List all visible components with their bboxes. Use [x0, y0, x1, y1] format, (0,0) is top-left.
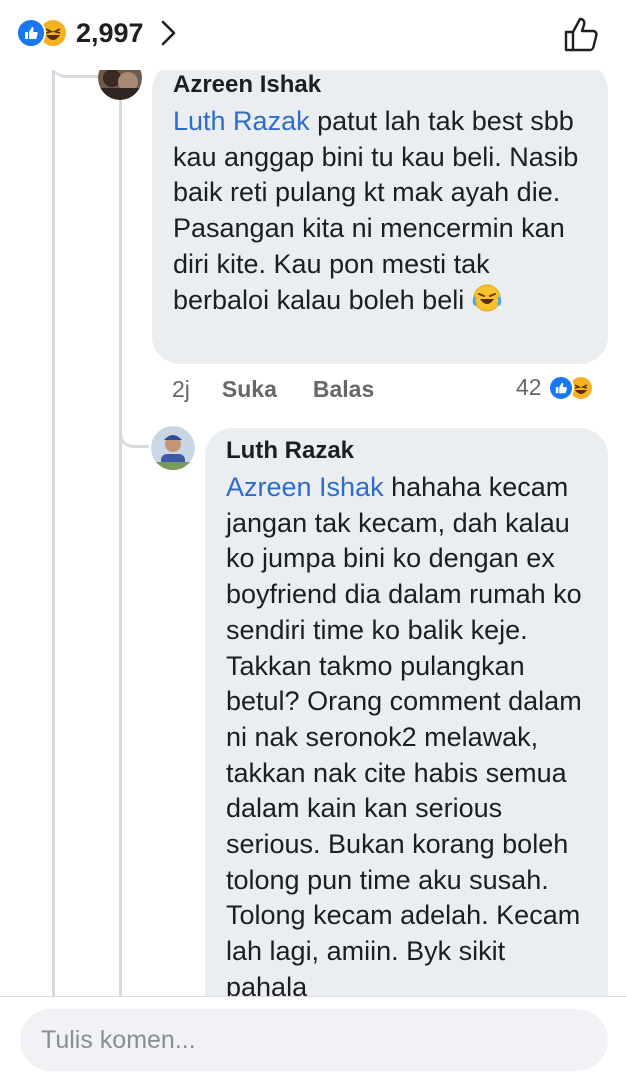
comment-author[interactable]: Azreen Ishak [173, 72, 588, 98]
thread-line-outer [52, 70, 55, 996]
comment-input[interactable] [41, 1025, 608, 1055]
like-icon [16, 18, 46, 48]
rofl-emoji-icon [472, 283, 502, 313]
comment-bubble-azreen[interactable]: Azreen Ishak Luth Razak patut lah tak be… [152, 62, 608, 364]
like-comment-button[interactable]: Suka [222, 376, 277, 403]
comment-author[interactable]: Luth Razak [226, 438, 588, 464]
comment-text: Luth Razak patut lah tak best sbb kau an… [173, 104, 588, 318]
comment-reaction-count: 42 [516, 374, 542, 400]
reply-comment-button[interactable]: Balas [313, 376, 374, 403]
avatar-luth[interactable] [151, 426, 195, 470]
thread-elbow-reply [119, 410, 149, 448]
thread-line-inner [119, 98, 122, 996]
mention-link[interactable]: Azreen Ishak [226, 472, 384, 502]
comment-composer[interactable] [20, 1009, 608, 1071]
reaction-total-count: 2,997 [76, 17, 144, 48]
comment-body: hahaha kecam jangan tak kecam, dah kalau… [226, 472, 582, 1002]
reactions-header: 2,997 [0, 0, 626, 70]
comment-reactions-azreen[interactable]: 42 [516, 374, 594, 401]
thumbs-up-outline-icon[interactable] [562, 14, 602, 54]
chevron-right-icon[interactable] [158, 18, 178, 48]
comment-text: Azreen Ishak hahaha kecam jangan tak kec… [226, 470, 588, 1006]
comment-timestamp: 2j [172, 376, 190, 402]
comment-actions-azreen: 2j Suka Balas [172, 376, 374, 403]
mention-link[interactable]: Luth Razak [173, 106, 310, 136]
comment-bubble-luth[interactable]: Luth Razak Azreen Ishak hahaha kecam jan… [205, 428, 608, 1068]
comment-composer-bar [0, 996, 626, 1080]
comment-body: patut lah tak best sbb kau anggap bini t… [173, 106, 579, 315]
reactions-summary[interactable]: 2,997 [16, 14, 178, 52]
like-icon [547, 374, 574, 401]
